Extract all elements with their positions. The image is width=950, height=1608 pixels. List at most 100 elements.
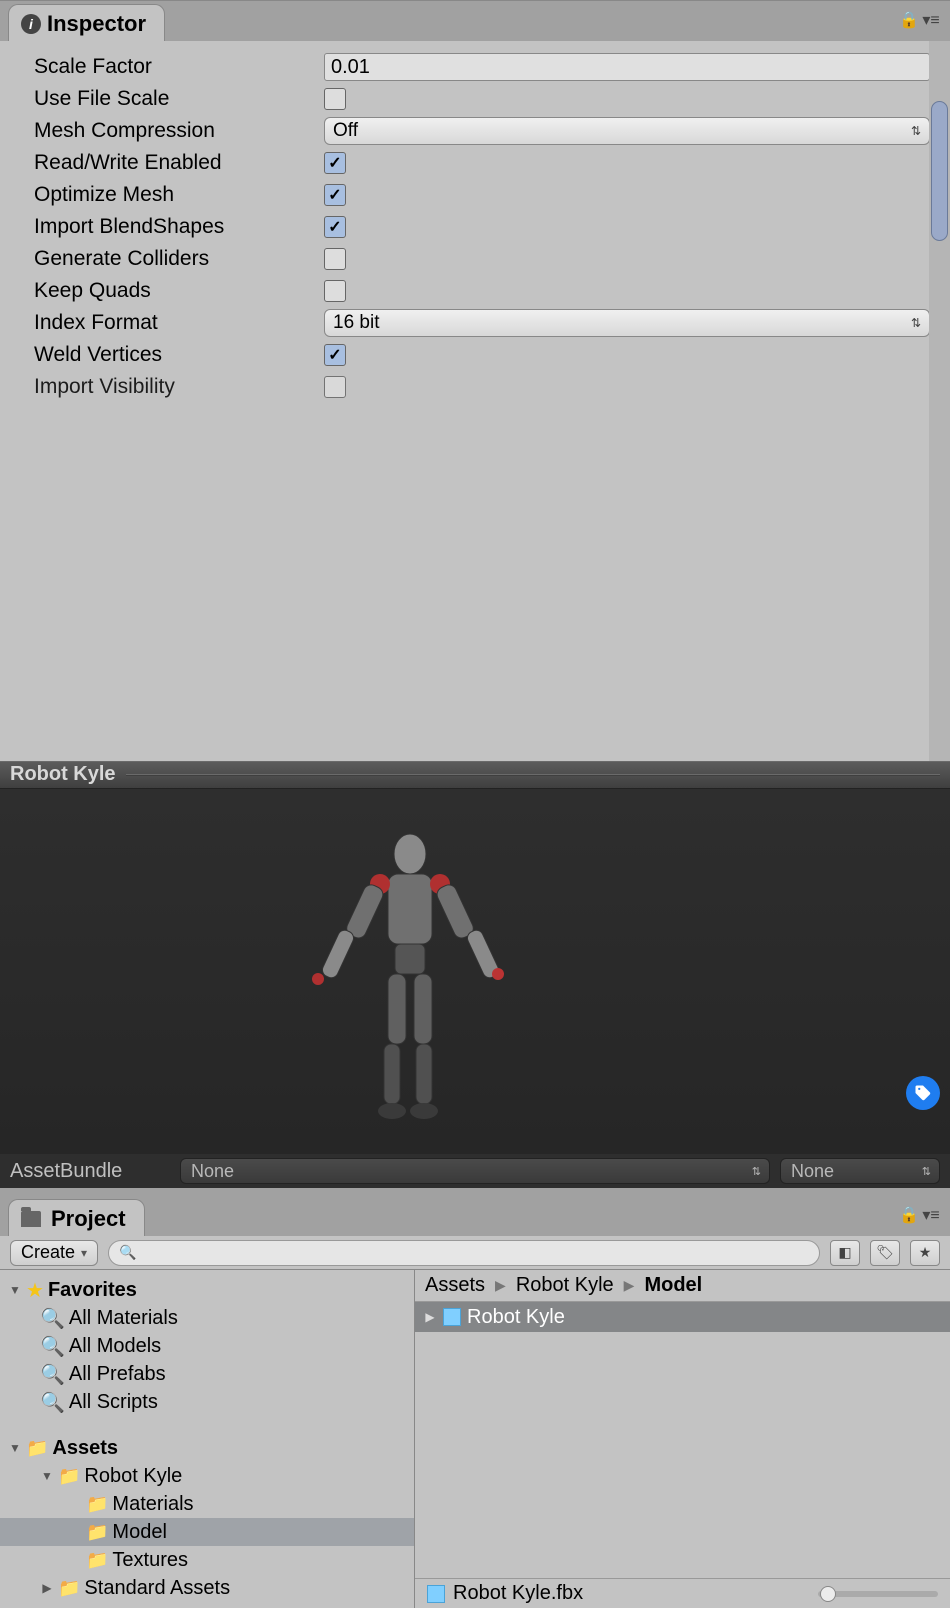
list-item[interactable]: ▶ Robot Kyle xyxy=(415,1302,950,1332)
breadcrumb-item[interactable]: Model xyxy=(644,1274,702,1297)
item-label: Robot Kyle xyxy=(467,1306,565,1329)
prop-index-format: Index Format 16 bit xyxy=(0,307,950,339)
preview-title: Robot Kyle xyxy=(10,763,116,786)
search-icon: 🔍 xyxy=(119,1244,136,1261)
assetbundle-variant-dropdown[interactable]: None xyxy=(780,1158,940,1184)
assets-header[interactable]: ▼ 📁 Assets xyxy=(0,1434,414,1462)
prop-scale-factor: Scale Factor xyxy=(0,51,950,83)
folder-textures[interactable]: 📁 Textures xyxy=(0,1546,414,1574)
panel-menu-icon[interactable]: ▾≡ xyxy=(922,11,940,29)
assets-label: Assets xyxy=(52,1437,118,1460)
import-visibility-label: Import Visibility xyxy=(34,375,324,399)
foldout-icon[interactable]: ▼ xyxy=(8,1283,22,1297)
save-search-button[interactable]: ★ xyxy=(910,1240,940,1266)
assetbundle-variant-value: None xyxy=(791,1161,834,1182)
import-visibility-checkbox[interactable] xyxy=(324,376,346,398)
inspector-panel: i Inspector 🔒 ▾≡ Scale Factor Use File S… xyxy=(0,0,950,761)
filter-by-label-button[interactable]: 🏷 xyxy=(870,1240,900,1266)
filter-by-type-button[interactable]: ◧ xyxy=(830,1240,860,1266)
project-tab[interactable]: Project xyxy=(8,1199,145,1236)
inspector-tab[interactable]: i Inspector xyxy=(8,4,165,41)
project-panel: Project 🔒 ▾≡ Create 🔍 ◧ 🏷 ★ ▼ ★ Favorit xyxy=(0,1188,950,1608)
foldout-icon[interactable]: ▼ xyxy=(8,1441,22,1455)
generate-colliders-checkbox[interactable] xyxy=(324,248,346,270)
lock-icon[interactable]: 🔒 xyxy=(900,11,918,29)
search-icon: 🔍 xyxy=(40,1390,65,1415)
prop-import-blendshapes: Import BlendShapes xyxy=(0,211,950,243)
folder-icon: 📁 xyxy=(86,1550,108,1571)
project-footer: Robot Kyle.fbx xyxy=(415,1578,950,1608)
weld-vertices-label: Weld Vertices xyxy=(34,343,324,367)
folder-label: Model xyxy=(112,1521,166,1544)
folder-icon: 📁 xyxy=(26,1438,48,1459)
scale-factor-label: Scale Factor xyxy=(34,55,324,79)
use-file-scale-label: Use File Scale xyxy=(34,87,324,111)
assetbundle-value: None xyxy=(191,1161,234,1182)
index-format-value: 16 bit xyxy=(333,312,379,334)
favorites-header[interactable]: ▼ ★ Favorites xyxy=(0,1276,414,1304)
breadcrumb-item[interactable]: Assets xyxy=(425,1274,485,1297)
preview-viewport[interactable] xyxy=(0,789,950,1154)
folder-model[interactable]: 📁 Model xyxy=(0,1518,414,1546)
fav-label: All Models xyxy=(69,1335,161,1358)
folder-label: Textures xyxy=(112,1549,188,1572)
folder-standard-assets[interactable]: ▶ 📁 Standard Assets xyxy=(0,1574,414,1602)
content-list[interactable]: ▶ Robot Kyle xyxy=(415,1302,950,1578)
prop-mesh-compression: Mesh Compression Off xyxy=(0,115,950,147)
inspector-scrollbar[interactable] xyxy=(929,41,950,761)
folder-robot-kyle[interactable]: ▼ 📁 Robot Kyle xyxy=(0,1462,414,1490)
prop-generate-colliders: Generate Colliders xyxy=(0,243,950,275)
project-search-input[interactable]: 🔍 xyxy=(108,1240,820,1266)
project-body: ▼ ★ Favorites 🔍All Materials 🔍All Models… xyxy=(0,1270,950,1608)
index-format-dropdown[interactable]: 16 bit xyxy=(324,309,930,337)
zoom-slider[interactable] xyxy=(818,1591,938,1597)
keep-quads-checkbox[interactable] xyxy=(324,280,346,302)
mesh-compression-label: Mesh Compression xyxy=(34,119,324,143)
zoom-thumb[interactable] xyxy=(820,1586,836,1602)
model-preview-icon xyxy=(280,829,540,1159)
inspector-scroll-thumb[interactable] xyxy=(931,101,948,241)
preview-header[interactable]: Robot Kyle xyxy=(0,761,950,789)
mesh-compression-dropdown[interactable]: Off xyxy=(324,117,930,145)
scale-factor-input[interactable] xyxy=(324,53,930,81)
prefab-icon xyxy=(427,1585,445,1603)
star-icon: ★ xyxy=(26,1278,44,1303)
read-write-label: Read/Write Enabled xyxy=(34,151,324,175)
assetbundle-dropdown[interactable]: None xyxy=(180,1158,770,1184)
folder-label: Robot Kyle xyxy=(84,1465,182,1488)
import-blendshapes-label: Import BlendShapes xyxy=(34,215,324,239)
asset-label-icon[interactable] xyxy=(906,1076,940,1110)
weld-vertices-checkbox[interactable] xyxy=(324,344,346,366)
folder-icon xyxy=(21,1211,41,1227)
chevron-right-icon: ▶ xyxy=(624,1277,635,1294)
foldout-icon[interactable]: ▶ xyxy=(423,1310,437,1324)
favorite-all-prefabs[interactable]: 🔍All Prefabs xyxy=(0,1360,414,1388)
breadcrumb: Assets ▶ Robot Kyle ▶ Model xyxy=(415,1270,950,1302)
index-format-label: Index Format xyxy=(34,311,324,335)
search-text[interactable] xyxy=(143,1242,810,1263)
project-toolbar: Create 🔍 ◧ 🏷 ★ xyxy=(0,1236,950,1270)
use-file-scale-checkbox[interactable] xyxy=(324,88,346,110)
lock-icon[interactable]: 🔒 xyxy=(900,1206,918,1224)
folder-materials[interactable]: 📁 Materials xyxy=(0,1490,414,1518)
folder-icon: 📁 xyxy=(86,1522,108,1543)
favorite-all-models[interactable]: 🔍All Models xyxy=(0,1332,414,1360)
favorite-all-scripts[interactable]: 🔍All Scripts xyxy=(0,1388,414,1416)
foldout-icon[interactable]: ▼ xyxy=(40,1469,54,1483)
breadcrumb-item[interactable]: Robot Kyle xyxy=(516,1274,614,1297)
create-label: Create xyxy=(21,1242,75,1263)
favorite-all-materials[interactable]: 🔍All Materials xyxy=(0,1304,414,1332)
optimize-mesh-checkbox[interactable] xyxy=(324,184,346,206)
read-write-checkbox[interactable] xyxy=(324,152,346,174)
preview-footer: AssetBundle None None xyxy=(0,1154,950,1188)
panel-menu-icon[interactable]: ▾≡ xyxy=(922,1206,940,1224)
mesh-compression-value: Off xyxy=(333,120,358,142)
preview-drag-handle[interactable] xyxy=(126,774,940,776)
info-icon: i xyxy=(21,14,41,34)
foldout-icon[interactable]: ▶ xyxy=(40,1581,54,1595)
import-blendshapes-checkbox[interactable] xyxy=(324,216,346,238)
project-content: Assets ▶ Robot Kyle ▶ Model ▶ Robot Kyle xyxy=(415,1270,950,1608)
folder-label: Materials xyxy=(112,1493,193,1516)
assetbundle-label: AssetBundle xyxy=(10,1160,170,1183)
create-button[interactable]: Create xyxy=(10,1240,98,1266)
